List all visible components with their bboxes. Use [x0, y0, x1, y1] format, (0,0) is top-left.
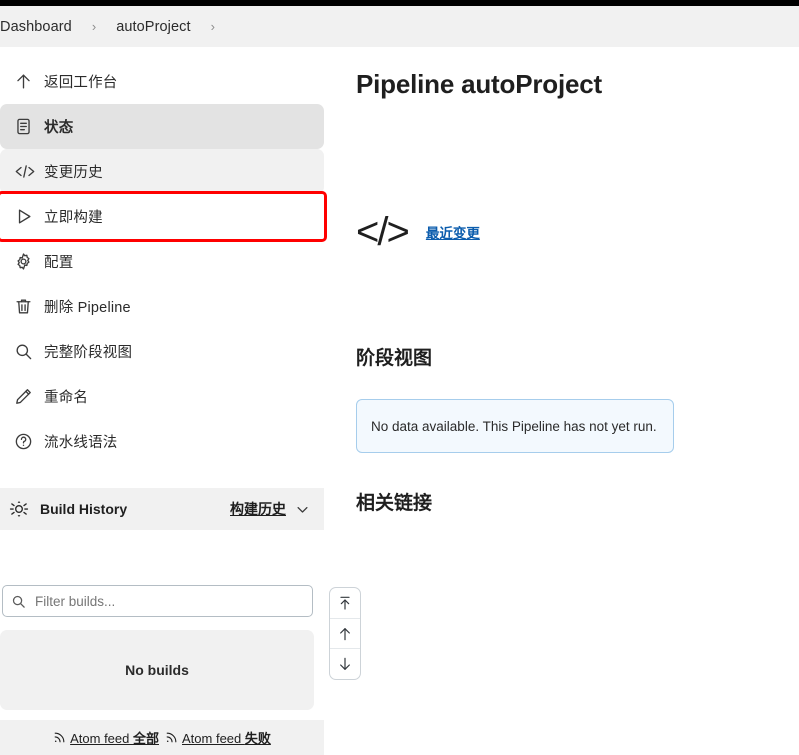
related-links-title: 相关链接 — [356, 493, 433, 514]
sidebar-item-delete-pipeline[interactable]: 删除 Pipeline — [0, 284, 324, 329]
scroll-to-top-button[interactable] — [330, 588, 360, 618]
rss-icon — [165, 731, 178, 744]
build-history-link[interactable]: 构建历史 — [230, 499, 286, 519]
recent-changes-link[interactable]: 最近变更 — [426, 222, 480, 242]
sidebar-item-label: 配置 — [44, 255, 74, 271]
question-circle-icon — [14, 432, 44, 451]
pencil-icon — [14, 387, 44, 406]
filter-builds-box[interactable] — [2, 585, 313, 617]
search-icon — [11, 594, 26, 609]
code-icon — [14, 162, 44, 181]
atom-feed-bar: Atom feed 全部 Atom feed 失败 — [0, 720, 324, 755]
build-history-actions: 构建历史 — [230, 499, 310, 519]
atom-feed-failed-link[interactable]: Atom feed 失败 — [165, 728, 271, 747]
no-builds-panel: No builds — [0, 630, 314, 710]
page-title: Pipeline autoProject — [356, 69, 602, 99]
sidebar-item-label: 重命名 — [44, 390, 89, 406]
atom-feed-all-label: Atom feed 全部 — [70, 731, 159, 746]
breadcrumb-separator-icon: › — [91, 19, 97, 34]
atom-feed-failed-label: Atom feed 失败 — [182, 731, 271, 746]
sidebar-item-label: 返回工作台 — [44, 75, 118, 91]
trash-icon — [14, 297, 44, 316]
sidebar: 返回工作台 状态 变更历史 立即构建 配置 删除 Pipeline 完整阶段视图… — [0, 47, 327, 755]
recent-changes-row: </> 最近变更 — [356, 212, 480, 252]
filter-builds-wrapper — [2, 585, 313, 617]
search-icon — [14, 342, 44, 361]
arrow-up-icon — [14, 72, 44, 91]
page-body: 返回工作台 状态 变更历史 立即构建 配置 删除 Pipeline 完整阶段视图… — [0, 47, 799, 755]
sidebar-item-configure[interactable]: 配置 — [0, 239, 324, 284]
sidebar-item-label: 立即构建 — [44, 210, 103, 226]
breadcrumb-item-dashboard[interactable]: Dashboard — [0, 19, 78, 35]
breadcrumb-separator-icon-2: › — [210, 19, 215, 34]
stage-view-title: 阶段视图 — [356, 348, 433, 369]
main-content: Pipeline autoProject </> 最近变更 阶段视图 No da… — [340, 47, 799, 754]
sidebar-item-full-stage-view[interactable]: 完整阶段视图 — [0, 329, 324, 374]
rss-icon — [53, 731, 66, 744]
atom-feed-all-link[interactable]: Atom feed 全部 — [53, 728, 159, 747]
scroll-control — [329, 587, 361, 680]
sidebar-item-rename[interactable]: 重命名 — [0, 374, 324, 419]
sidebar-item-label: 变更历史 — [44, 165, 103, 181]
scroll-down-button[interactable] — [330, 648, 360, 679]
sidebar-item-changes[interactable]: 变更历史 — [0, 149, 324, 194]
sidebar-item-label: 完整阶段视图 — [44, 345, 133, 361]
stage-view-empty-message: No data available. This Pipeline has not… — [356, 399, 674, 453]
build-history-title: Build History — [40, 501, 128, 517]
breadcrumb: Dashboard › autoProject › — [0, 6, 799, 47]
sidebar-item-label: 状态 — [44, 120, 74, 136]
breadcrumb-item-autoproject[interactable]: autoProject — [110, 19, 196, 35]
filter-builds-input[interactable] — [33, 592, 304, 610]
play-icon — [14, 207, 44, 226]
sidebar-item-back-to-dashboard[interactable]: 返回工作台 — [0, 59, 324, 104]
build-history-icon — [8, 498, 30, 520]
scroll-up-button[interactable] — [330, 617, 360, 649]
build-history-header: Build History 构建历史 — [0, 488, 324, 530]
sidebar-item-status[interactable]: 状态 — [0, 104, 324, 149]
chevron-down-icon[interactable] — [295, 502, 310, 517]
gear-icon — [14, 252, 44, 271]
sidebar-item-build-now[interactable]: 立即构建 — [0, 191, 327, 242]
sidebar-item-label: 流水线语法 — [44, 435, 118, 451]
code-icon-large: </> — [356, 210, 410, 254]
sidebar-nav-list: 返回工作台 状态 变更历史 立即构建 配置 删除 Pipeline 完整阶段视图… — [0, 47, 327, 464]
sidebar-item-label: 删除 Pipeline — [44, 300, 131, 316]
document-icon — [14, 117, 44, 136]
sidebar-item-pipeline-syntax[interactable]: 流水线语法 — [0, 419, 324, 464]
